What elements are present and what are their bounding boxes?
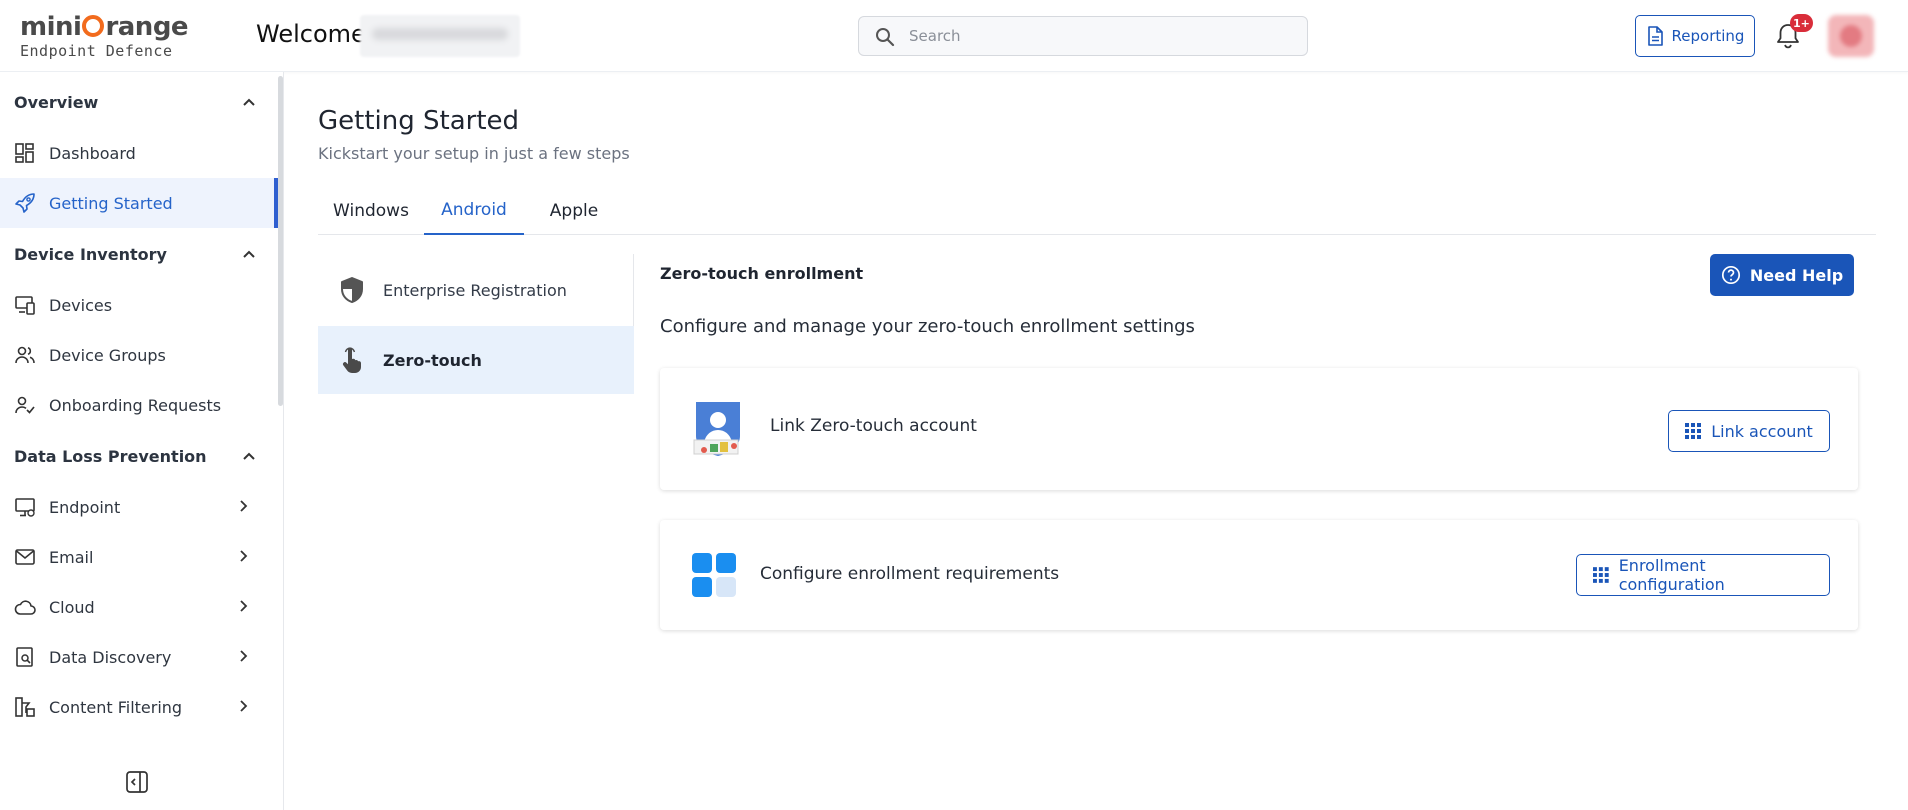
devices-icon [14, 294, 36, 316]
sidebar-item-data-discovery[interactable]: Data Discovery [0, 632, 270, 682]
logo-wordmark: mini range [20, 12, 189, 42]
top-header: minirange Endpoint Defence Welcome, Repo… [0, 0, 1908, 72]
chevron-right-icon [240, 550, 248, 562]
sidebar-item-label: Cloud [49, 597, 95, 617]
sidebar-item-label: Data Discovery [49, 647, 172, 667]
need-help-label: Need Help [1749, 265, 1844, 285]
zero-touch-panel: Zero-touch enrollment Need Help Configur… [660, 254, 1860, 754]
enrollment-card-label: Configure enrollment requirements [760, 564, 1060, 584]
sidebar-item-content-filtering[interactable]: Content Filtering [0, 682, 270, 732]
sidebar-item-label: Email [49, 547, 94, 567]
chevron-right-icon [240, 650, 248, 662]
sidebar-section-data-loss-prevention[interactable]: Data Loss Prevention [0, 434, 270, 478]
monitor-icon [14, 496, 36, 518]
enrollment-configuration-button-label: Enrollment configuration [1618, 556, 1725, 594]
help-circle-icon [1721, 265, 1740, 285]
reporting-button[interactable]: Reporting [1635, 15, 1755, 57]
page-subtitle: Kickstart your setup in just a few steps [318, 144, 630, 163]
chevron-up-icon [243, 250, 255, 258]
sidebar-item-label: Getting Started [49, 193, 173, 213]
logo-tagline: Endpoint Defence [20, 42, 173, 60]
mail-icon [14, 546, 36, 568]
sidebar-item-devices[interactable]: Devices [0, 280, 270, 330]
chevron-right-icon [240, 500, 248, 512]
sidebar: Overview Dashboard Getting Started Devic… [0, 72, 284, 810]
enrollment-configuration-button[interactable]: Enrollment configuration [1576, 554, 1830, 596]
sidebar-item-endpoint[interactable]: Endpoint [0, 482, 270, 532]
sidebar-item-label: Endpoint [49, 497, 121, 517]
subnav-label: Enterprise Registration [383, 280, 567, 300]
shield-icon [338, 276, 366, 304]
tab-windows[interactable]: Windows [318, 187, 424, 235]
user-avatar[interactable] [1828, 15, 1874, 57]
subnav-label: Zero-touch [383, 350, 482, 370]
need-help-button[interactable]: Need Help [1710, 254, 1854, 296]
rocket-icon [14, 192, 36, 214]
sidebar-item-label: Devices [49, 295, 113, 315]
dashboard-icon [14, 142, 36, 164]
sidebar-item-getting-started[interactable]: Getting Started [0, 178, 278, 228]
page-title: Getting Started [318, 106, 520, 136]
section-title: Zero-touch enrollment [660, 264, 864, 283]
chevron-right-icon [240, 600, 248, 612]
enrollment-requirements-card: Configure enrollment requirements Enroll… [660, 520, 1858, 630]
sidebar-item-device-groups[interactable]: Device Groups [0, 330, 270, 380]
chevron-up-icon [243, 98, 255, 106]
filter-icon [14, 696, 36, 718]
grid-icon [1685, 423, 1702, 439]
link-account-button[interactable]: Link account [1668, 410, 1830, 452]
collapse-sidebar-icon [126, 771, 148, 793]
zero-touch-account-icon [690, 396, 746, 462]
link-account-card-label: Link Zero-touch account [770, 416, 977, 436]
sidebar-scroll-area: Overview Dashboard Getting Started Devic… [0, 72, 278, 750]
document-icon [1647, 26, 1663, 46]
link-account-card: Link Zero-touch account Link account [660, 368, 1858, 490]
tab-android[interactable]: Android [424, 187, 524, 235]
main-content: Getting Started Kickstart your setup in … [318, 72, 1878, 810]
user-check-icon [14, 394, 36, 416]
chevron-right-icon [240, 700, 248, 712]
chevron-up-icon [243, 452, 255, 460]
subnav-zero-touch[interactable]: Zero-touch [318, 326, 634, 394]
sidebar-item-dashboard[interactable]: Dashboard [0, 128, 270, 178]
search-input[interactable] [909, 25, 1289, 47]
search-icon [876, 28, 895, 47]
reporting-label: Reporting [1671, 27, 1745, 45]
sidebar-section-device-inventory[interactable]: Device Inventory [0, 232, 270, 276]
tab-apple[interactable]: Apple [524, 187, 624, 235]
link-account-button-label: Link account [1711, 421, 1813, 441]
app-grid-icon [692, 553, 738, 603]
search-document-icon [14, 646, 36, 668]
sidebar-item-label: Device Groups [49, 345, 166, 365]
section-label: Overview [14, 92, 99, 112]
android-subnav: Enterprise Registration Zero-touch [318, 254, 634, 394]
sidebar-item-onboarding-requests[interactable]: Onboarding Requests [0, 380, 270, 430]
section-description: Configure and manage your zero-touch enr… [660, 316, 1195, 337]
platform-tabs: Windows Android Apple [318, 187, 1876, 235]
section-label: Data Loss Prevention [14, 446, 207, 466]
miniorange-logo[interactable]: mini range Endpoint Defence [20, 12, 189, 62]
sidebar-item-cloud[interactable]: Cloud [0, 582, 270, 632]
notification-badge: 1+ [1790, 14, 1813, 32]
sidebar-item-label: Dashboard [49, 143, 136, 163]
section-label: Device Inventory [14, 244, 167, 264]
welcome-text: Welcome, [256, 20, 374, 48]
subnav-enterprise-registration[interactable]: Enterprise Registration [318, 256, 634, 324]
hand-pointer-icon [338, 346, 366, 374]
cloud-icon [14, 596, 36, 618]
sidebar-scrollbar[interactable] [278, 76, 283, 406]
sidebar-item-email[interactable]: Email [0, 532, 270, 582]
users-icon [14, 344, 36, 366]
collapse-sidebar-button[interactable] [125, 770, 153, 798]
user-name-redacted [360, 15, 520, 57]
sidebar-item-label: Onboarding Requests [49, 395, 222, 415]
sidebar-item-label: Content Filtering [49, 697, 183, 717]
search-box[interactable] [858, 16, 1308, 56]
grid-icon [1593, 567, 1609, 583]
sidebar-section-overview[interactable]: Overview [0, 80, 270, 124]
